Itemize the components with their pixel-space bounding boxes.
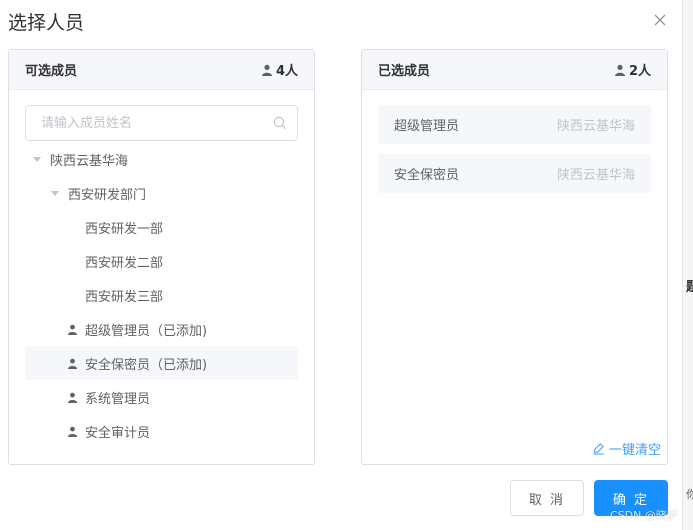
eraser-icon	[593, 443, 604, 455]
org-tree: 陕西云基华海 西安研发部门 西安研发一部 西安研发二部 西安研发三部 超级管理员…	[25, 142, 298, 448]
tree-node-member[interactable]: 系统管理员	[25, 380, 298, 414]
tree-node-member[interactable]: 安全保密员（已添加)	[25, 346, 298, 380]
selected-members-title: 已选成员	[378, 64, 431, 79]
user-icon	[67, 426, 78, 437]
search-icon[interactable]	[273, 116, 287, 130]
available-members-panel: 可选成员 4人 陕西云基华海 西安研发部门 西安研发一部 西安研发二	[8, 49, 315, 465]
selected-member-name: 安全保密员	[394, 168, 460, 183]
selected-member-name: 超级管理员	[394, 119, 460, 134]
selected-members-panel: 已选成员 2人 超级管理员 陕西云基华海 安全保密员 陕西云基华海 一键清空	[361, 49, 668, 465]
user-icon	[67, 324, 78, 335]
selected-member-item[interactable]: 安全保密员 陕西云基华海	[378, 154, 651, 193]
available-members-header: 可选成员 4人	[9, 50, 314, 90]
selected-members-count: 2人	[614, 60, 651, 79]
background-page-edge	[682, 0, 693, 530]
user-icon	[261, 64, 272, 76]
user-icon	[614, 64, 625, 76]
caret-down-icon[interactable]	[33, 156, 41, 162]
tree-node-department[interactable]: 西安研发部门	[25, 176, 298, 210]
user-icon	[67, 392, 78, 403]
caret-down-icon[interactable]	[51, 190, 59, 196]
background-text: 题	[686, 280, 693, 295]
tree-node-company[interactable]: 陕西云基华海	[25, 142, 298, 176]
available-members-count: 4人	[261, 60, 298, 79]
tree-node-member[interactable]: 超级管理员（已添加)	[25, 312, 298, 346]
member-search-input[interactable]	[26, 106, 256, 140]
tree-node-subdepartment[interactable]: 西安研发一部	[25, 210, 298, 244]
select-person-dialog: 选择人员 题 可选成员 4人 陕西云基华海 西安研发部门	[0, 0, 693, 530]
cancel-button[interactable]: 取 消	[510, 480, 584, 516]
available-members-title: 可选成员	[25, 64, 78, 79]
tree-node-subdepartment[interactable]: 西安研发二部	[25, 244, 298, 278]
watermark: CSDN @晓萨	[610, 509, 678, 522]
tree-node-subdepartment[interactable]: 西安研发三部	[25, 278, 298, 312]
tree-node-member[interactable]: 安全审计员	[25, 414, 298, 448]
selected-member-item[interactable]: 超级管理员 陕西云基华海	[378, 105, 651, 144]
close-icon[interactable]	[652, 12, 668, 28]
selected-members-header: 已选成员 2人	[362, 50, 667, 90]
user-icon	[67, 358, 78, 369]
selected-member-org: 陕西云基华海	[556, 119, 635, 134]
member-search	[25, 105, 298, 141]
dialog-title: 选择人员	[8, 12, 85, 34]
background-text: 你	[686, 488, 693, 501]
selected-member-org: 陕西云基华海	[556, 168, 635, 183]
clear-all-button[interactable]: 一键清空	[592, 439, 661, 458]
